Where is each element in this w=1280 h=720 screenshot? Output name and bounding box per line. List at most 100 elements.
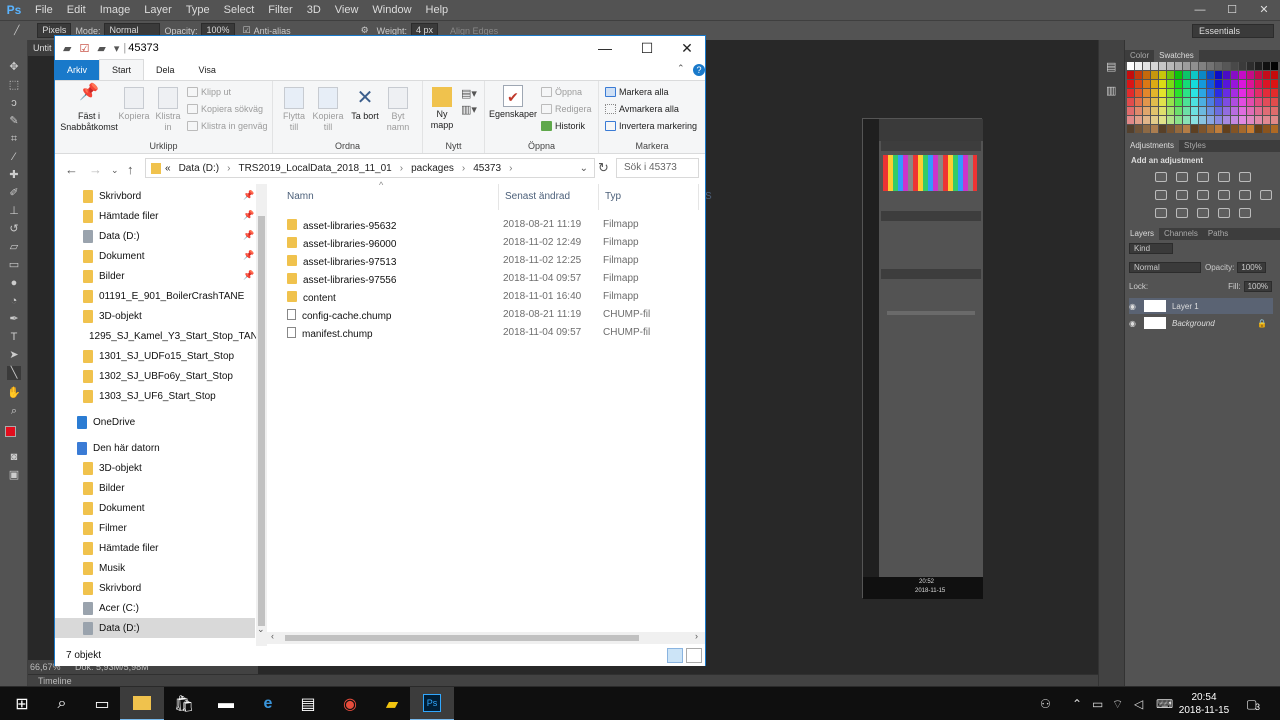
keyboard-icon[interactable]: ⌨ xyxy=(1156,697,1173,711)
swatch-cell[interactable] xyxy=(1247,116,1254,124)
swatch-cell[interactable] xyxy=(1255,125,1262,133)
swatch-cell[interactable] xyxy=(1143,71,1150,79)
file-row[interactable]: manifest.chump 2018-11-04 09:57 CHUMP-fil xyxy=(281,324,705,342)
swatch-cell[interactable] xyxy=(1255,116,1262,124)
layer-item[interactable]: ◉ Layer 1 xyxy=(1129,298,1273,314)
file-row[interactable]: config-cache.chump 2018-08-21 11:19 CHUMP-… xyxy=(281,306,705,324)
posterize-icon[interactable] xyxy=(1176,208,1188,218)
tab-start[interactable]: Start xyxy=(99,59,145,81)
swatch-cell[interactable] xyxy=(1175,89,1182,97)
swatch-cell[interactable] xyxy=(1143,125,1150,133)
battery-icon[interactable]: ▭ xyxy=(1092,697,1103,711)
photo-filter-icon[interactable] xyxy=(1218,190,1230,200)
swatch-cell[interactable] xyxy=(1223,71,1230,79)
blend-mode-select[interactable]: Normal xyxy=(1129,261,1201,273)
swatch-cell[interactable] xyxy=(1271,89,1278,97)
swatch-cell[interactable] xyxy=(1135,71,1142,79)
swatch-cell[interactable] xyxy=(1175,80,1182,88)
swatch-cell[interactable] xyxy=(1255,62,1262,70)
new-folder-button[interactable]: Ny mapp xyxy=(425,87,459,131)
healing-brush-icon[interactable]: ✚ xyxy=(7,168,21,182)
swatch-cell[interactable] xyxy=(1271,116,1278,124)
levels-icon[interactable] xyxy=(1176,172,1188,182)
pin-icon[interactable]: 📌 xyxy=(243,190,254,201)
scroll-down-icon[interactable]: ⌄ xyxy=(257,624,265,635)
network-app-icon[interactable]: ▤ xyxy=(286,687,330,720)
swatch-cell[interactable] xyxy=(1159,107,1166,115)
dodge-tool-icon[interactable]: ◔ xyxy=(7,294,21,308)
swatch-cell[interactable] xyxy=(1151,107,1158,115)
this-pc-item[interactable]: 3D-objekt xyxy=(55,458,255,478)
column-header-type[interactable]: Typ xyxy=(599,184,699,210)
taskbar-clock[interactable]: 20:54 2018-11-15 xyxy=(1172,691,1236,717)
this-pc-item[interactable]: Bilder xyxy=(55,478,255,498)
swatch-cell[interactable] xyxy=(1231,107,1238,115)
swatch-cell[interactable] xyxy=(1207,80,1214,88)
swatch-cell[interactable] xyxy=(1151,62,1158,70)
swatch-cell[interactable] xyxy=(1191,71,1198,79)
tab-dela[interactable]: Dela xyxy=(144,60,187,80)
swatch-cell[interactable] xyxy=(1263,116,1270,124)
nav-scrollbar[interactable]: ⌄ xyxy=(256,184,267,646)
swatch-cell[interactable] xyxy=(1231,71,1238,79)
swatch-cell[interactable] xyxy=(1135,62,1142,70)
swatch-cell[interactable] xyxy=(1127,107,1134,115)
swatch-cell[interactable] xyxy=(1263,62,1270,70)
type-tool-icon[interactable]: T xyxy=(7,330,21,344)
tab-styles[interactable]: Styles xyxy=(1179,140,1211,152)
swatch-cell[interactable] xyxy=(1127,89,1134,97)
quick-access-item[interactable]: Skrivbord 📌 xyxy=(55,186,255,206)
swatch-cell[interactable] xyxy=(1135,89,1142,97)
pin-icon[interactable]: 📌 xyxy=(243,210,254,221)
swatch-cell[interactable] xyxy=(1263,125,1270,133)
column-header-size[interactable]: S xyxy=(699,184,712,210)
back-arrow-icon[interactable]: ← xyxy=(65,162,78,177)
blur-tool-icon[interactable]: ● xyxy=(7,276,21,290)
swatch-cell[interactable] xyxy=(1191,89,1198,97)
swatch-cell[interactable] xyxy=(1167,98,1174,106)
swatch-cell[interactable] xyxy=(1183,80,1190,88)
swatch-cell[interactable] xyxy=(1167,125,1174,133)
swatch-cell[interactable] xyxy=(1271,125,1278,133)
swatch-cell[interactable] xyxy=(1239,125,1246,133)
terminal-icon[interactable]: ▬ xyxy=(204,687,248,720)
quick-access-item[interactable]: Hämtade filer 📌 xyxy=(55,206,255,226)
breadcrumb-current[interactable]: 45373 xyxy=(469,163,505,174)
swatch-cell[interactable] xyxy=(1255,71,1262,79)
tab-paths[interactable]: Paths xyxy=(1203,228,1233,240)
horizontal-scrollbar[interactable]: ‹ › xyxy=(267,631,705,644)
this-pc-item[interactable]: Hämtade filer xyxy=(55,538,255,558)
layer-opacity-field[interactable]: 100% xyxy=(1237,261,1266,273)
column-header-date[interactable]: Senast ändrad xyxy=(499,184,599,210)
menu-layer[interactable]: Layer xyxy=(137,0,179,20)
properties-panel-icon[interactable]: ▥ xyxy=(1106,84,1116,97)
swatch-cell[interactable] xyxy=(1135,125,1142,133)
maximize-icon[interactable]: ☐ xyxy=(627,36,667,60)
swatch-cell[interactable] xyxy=(1143,98,1150,106)
move-to-button[interactable]: Flytta till xyxy=(279,87,309,133)
details-view-icon[interactable] xyxy=(667,648,683,663)
close-icon[interactable]: ✕ xyxy=(667,36,707,60)
store-icon[interactable]: 🛍 xyxy=(162,687,206,720)
swatch-cell[interactable] xyxy=(1271,71,1278,79)
quick-access-item[interactable]: 1302_SJ_UBFo6y_Start_Stop xyxy=(55,366,255,386)
swatch-cell[interactable] xyxy=(1271,98,1278,106)
swatch-cell[interactable] xyxy=(1239,89,1246,97)
nav-this-pc[interactable]: Den här datorn xyxy=(55,438,255,458)
this-pc-item[interactable]: Filmer xyxy=(55,518,255,538)
swatch-cell[interactable] xyxy=(1199,107,1206,115)
swatch-cell[interactable] xyxy=(1159,80,1166,88)
pin-button[interactable]: 📌 Fäst i Snabbåtkomst xyxy=(59,85,119,133)
swatch-cell[interactable] xyxy=(1223,107,1230,115)
swatch-cell[interactable] xyxy=(1207,71,1214,79)
menu-window[interactable]: Window xyxy=(365,0,418,20)
menu-3d[interactable]: 3D xyxy=(300,0,328,20)
hand-tool-icon[interactable]: ✋ xyxy=(7,386,21,400)
swatch-cell[interactable] xyxy=(1231,116,1238,124)
swatch-cell[interactable] xyxy=(1199,98,1206,106)
swatch-cell[interactable] xyxy=(1183,116,1190,124)
brush-tool-icon[interactable]: ✐ xyxy=(7,186,21,200)
swatch-cell[interactable] xyxy=(1167,71,1174,79)
new-item-icon[interactable]: ▤▾ xyxy=(461,87,477,100)
properties-quick-icon[interactable]: ☑ xyxy=(75,42,93,55)
